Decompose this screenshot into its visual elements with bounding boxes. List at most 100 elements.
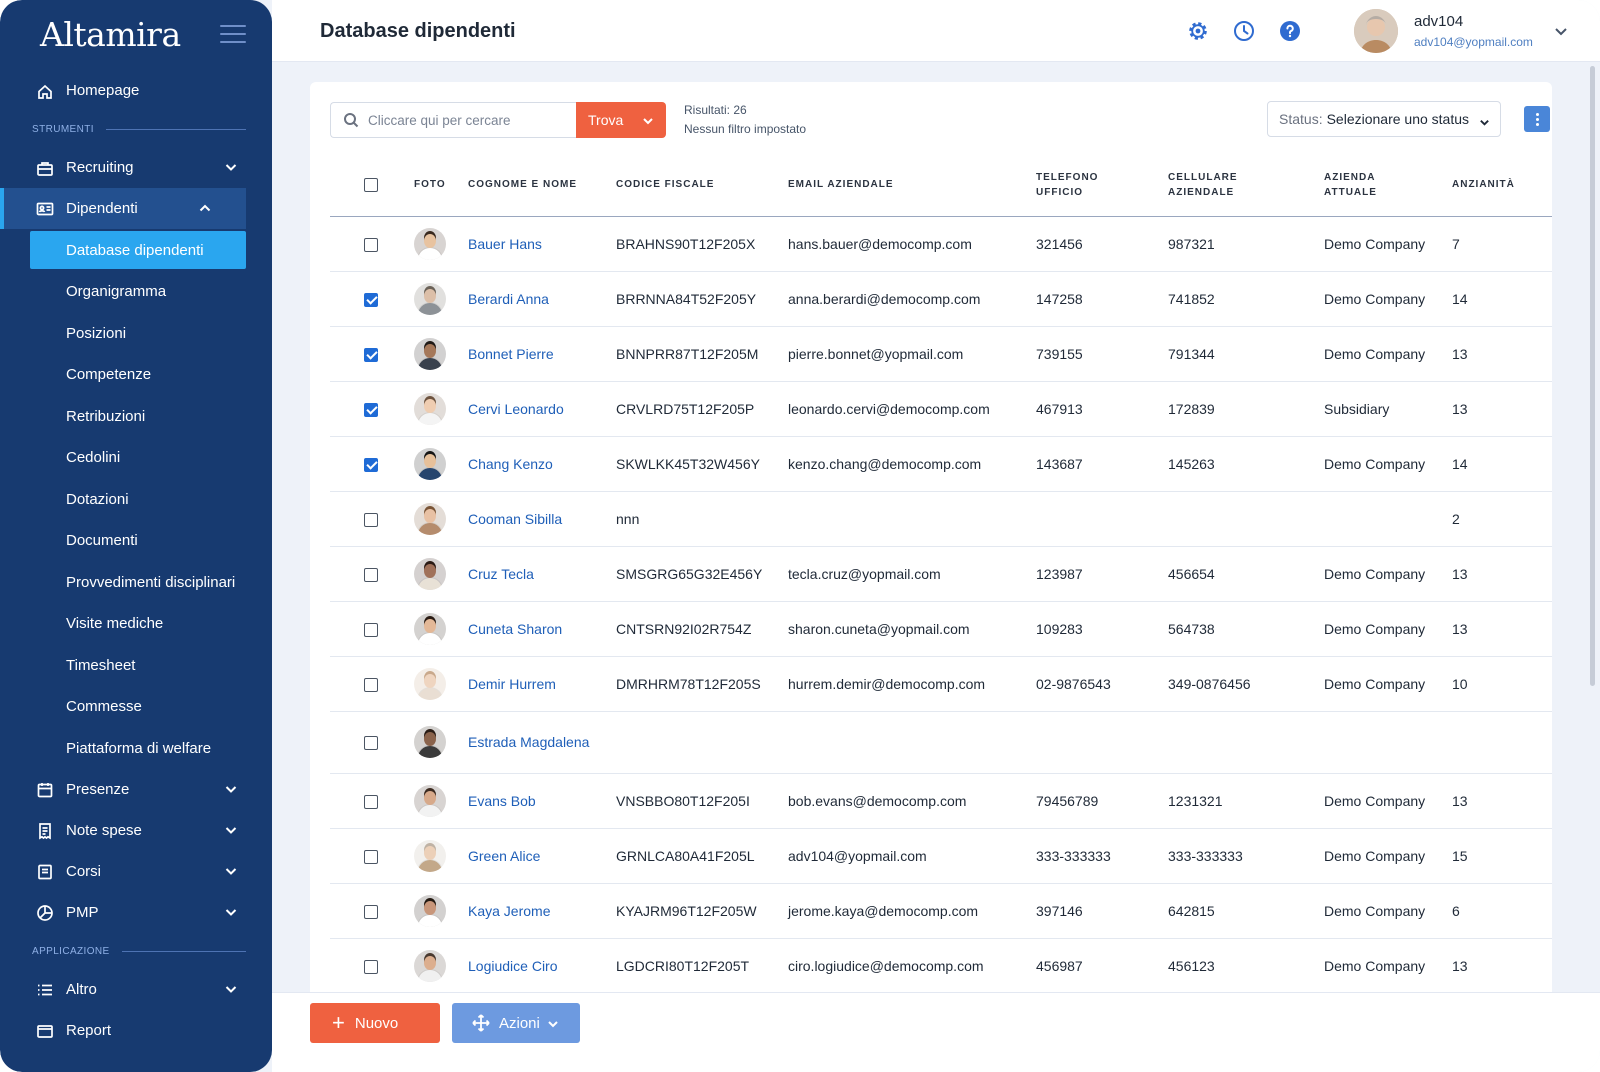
row-checkbox[interactable] <box>364 512 378 527</box>
row-checkbox[interactable] <box>364 736 378 751</box>
employee-avatar[interactable] <box>414 502 446 535</box>
sidebar-subitem-documenti[interactable]: Documenti <box>0 520 272 562</box>
cell-employee-name[interactable]: Bauer Hans <box>468 216 616 272</box>
select-all-checkbox[interactable] <box>364 177 378 192</box>
chevron-down-icon[interactable] <box>224 823 238 837</box>
sidebar-item-presenze[interactable]: Presenze <box>0 769 272 810</box>
status-select[interactable]: Status: Selezionare uno status <box>1267 101 1501 137</box>
sidebar-subitem-commesse[interactable]: Commesse <box>0 686 272 728</box>
table-row[interactable]: Cuneta Sharon CNTSRN92I02R754Z sharon.cune… <box>330 601 1552 657</box>
hamburger-menu-icon[interactable] <box>220 25 246 43</box>
row-checkbox[interactable] <box>364 567 378 582</box>
employee-avatar[interactable] <box>414 337 446 370</box>
sidebar-item-recruiting[interactable]: Recruiting <box>0 147 272 188</box>
table-row[interactable]: Kaya Jerome KYAJRM96T12F205W jerome.kaya@d… <box>330 883 1552 939</box>
sidebar-subitem-posizioni[interactable]: Posizioni <box>0 313 272 355</box>
page-scrollbar[interactable] <box>1590 66 1595 686</box>
table-row[interactable]: Berardi Anna BRRNNA84T52F205Y anna.berardi… <box>330 271 1552 327</box>
employee-avatar[interactable] <box>414 392 446 425</box>
col-header-office-phone[interactable]: TELEFONO UFFICIO <box>1036 154 1168 217</box>
row-checkbox[interactable] <box>364 622 378 637</box>
table-row[interactable]: Logiudice Ciro LGDCRI80T12F205T ciro.logiu… <box>330 938 1552 994</box>
col-header-tax-code[interactable]: CODICE FISCALE <box>616 154 788 217</box>
sidebar-subitem-timesheet[interactable]: Timesheet <box>0 645 272 687</box>
help-icon[interactable] <box>1278 19 1302 43</box>
find-button[interactable]: Trova <box>576 102 666 138</box>
user-avatar[interactable] <box>1354 9 1398 53</box>
employee-avatar[interactable] <box>414 282 446 315</box>
table-row[interactable]: Demir Hurrem DMRHRM78T12F205S hurrem.demir… <box>330 656 1552 712</box>
chevron-down-icon[interactable] <box>224 160 238 174</box>
row-checkbox[interactable] <box>364 347 378 362</box>
sidebar-subitem-cedolini[interactable]: Cedolini <box>0 437 272 479</box>
row-checkbox[interactable] <box>364 959 378 974</box>
clock-icon[interactable] <box>1232 19 1256 43</box>
table-row[interactable]: Cervi Leonardo CRVLRD75T12F205P leonardo.c… <box>330 381 1552 437</box>
col-header-photo[interactable]: FOTO <box>414 154 468 217</box>
search-field[interactable] <box>330 102 576 138</box>
row-checkbox[interactable] <box>364 457 378 472</box>
sidebar-item-homepage[interactable]: Homepage <box>0 70 272 111</box>
row-checkbox[interactable] <box>364 402 378 417</box>
table-row[interactable]: Bauer Hans BRAHNS90T12F205X hans.bauer@dem… <box>330 216 1552 272</box>
col-header-company[interactable]: AZIENDA ATTUALE <box>1324 154 1452 217</box>
employee-avatar[interactable] <box>414 447 446 480</box>
table-row[interactable]: Chang Kenzo SKWLKK45T32W456Y kenzo.chang@d… <box>330 436 1552 492</box>
more-options-icon[interactable] <box>1524 106 1550 132</box>
row-checkbox[interactable] <box>364 849 378 864</box>
cell-employee-name[interactable]: Logiudice Ciro <box>468 938 616 994</box>
employee-avatar[interactable] <box>414 227 446 260</box>
employee-avatar[interactable] <box>414 784 446 817</box>
actions-button[interactable]: Azioni <box>452 1003 580 1043</box>
col-header-email[interactable]: EMAIL AZIENDALE <box>788 154 1036 217</box>
new-button[interactable]: + Nuovo <box>310 1003 440 1043</box>
cell-employee-name[interactable]: Chang Kenzo <box>468 436 616 492</box>
employee-avatar[interactable] <box>414 667 446 700</box>
cell-employee-name[interactable]: Bonnet Pierre <box>468 326 616 382</box>
row-checkbox[interactable] <box>364 677 378 692</box>
chevron-down-icon[interactable] <box>1554 24 1568 38</box>
row-checkbox[interactable] <box>364 292 378 307</box>
employee-avatar[interactable] <box>414 726 446 758</box>
employee-avatar[interactable] <box>414 612 446 645</box>
sidebar-subitem-competenze[interactable]: Competenze <box>0 354 272 396</box>
sidebar-subitem-database-dipendenti[interactable]: Database dipendenti <box>30 231 246 269</box>
cell-employee-name[interactable]: Cruz Tecla <box>468 546 616 602</box>
sidebar-item-note-spese[interactable]: Note spese <box>0 810 272 851</box>
employee-avatar[interactable] <box>414 949 446 982</box>
row-checkbox[interactable] <box>364 794 378 809</box>
cell-employee-name[interactable]: Berardi Anna <box>468 271 616 327</box>
cell-employee-name[interactable]: Estrada Magdalena <box>468 711 616 774</box>
cell-employee-name[interactable]: Cuneta Sharon <box>468 601 616 657</box>
chevron-down-icon[interactable] <box>642 114 654 126</box>
cell-employee-name[interactable]: Kaya Jerome <box>468 883 616 939</box>
sidebar-item-dipendenti[interactable]: Dipendenti <box>0 188 246 229</box>
row-checkbox[interactable] <box>364 237 378 252</box>
table-row[interactable]: Green Alice GRNLCA80A41F205L adv104@yopmai… <box>330 828 1552 884</box>
sidebar-subitem-provvedimenti-disciplinari[interactable]: Provvedimenti disciplinari <box>0 562 272 604</box>
table-row[interactable]: Cooman Sibilla nnn 2 <box>330 491 1552 547</box>
employee-avatar[interactable] <box>414 557 446 590</box>
table-row[interactable]: Estrada Magdalena <box>330 711 1552 774</box>
chevron-down-icon[interactable] <box>224 905 238 919</box>
row-checkbox[interactable] <box>364 904 378 919</box>
table-row[interactable]: Bonnet Pierre BNNPRR87T12F205M pierre.bonn… <box>330 326 1552 382</box>
sidebar-subitem-dotazioni[interactable]: Dotazioni <box>0 479 272 521</box>
employee-avatar[interactable] <box>414 894 446 927</box>
sidebar-item-report[interactable]: Report <box>0 1010 272 1051</box>
sidebar-item-pmp[interactable]: PMP <box>0 892 272 933</box>
cell-employee-name[interactable]: Cervi Leonardo <box>468 381 616 437</box>
gear-icon[interactable] <box>1186 19 1210 43</box>
search-input[interactable] <box>368 112 568 128</box>
sidebar-subitem-visite-mediche[interactable]: Visite mediche <box>0 603 272 645</box>
cell-employee-name[interactable]: Cooman Sibilla <box>468 491 616 547</box>
chevron-down-icon[interactable] <box>224 982 238 996</box>
col-header-seniority[interactable]: ANZIANITÀ <box>1452 154 1552 217</box>
sidebar-subitem-retribuzioni[interactable]: Retribuzioni <box>0 396 272 438</box>
sidebar-subitem-piattaforma-di-welfare[interactable]: Piattaforma di welfare <box>0 728 272 770</box>
chevron-down-icon[interactable] <box>224 782 238 796</box>
chevron-down-icon[interactable] <box>224 864 238 878</box>
table-row[interactable]: Cruz Tecla SMSGRG65G32E456Y tecla.cruz@yop… <box>330 546 1552 602</box>
table-row[interactable]: Evans Bob VNSBBO80T12F205I bob.evans@democ… <box>330 773 1552 829</box>
cell-employee-name[interactable]: Demir Hurrem <box>468 656 616 712</box>
